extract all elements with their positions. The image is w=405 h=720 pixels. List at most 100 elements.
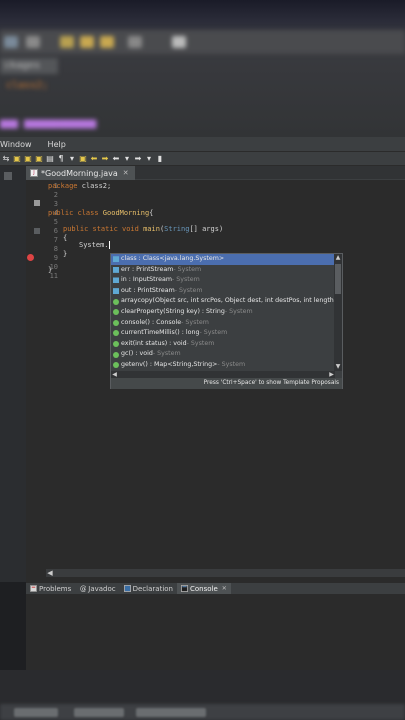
editor-tab-goodmorning[interactable]: J *GoodMorning.java ✕ bbox=[26, 166, 135, 180]
debug-icon[interactable]: ▣ bbox=[35, 154, 43, 163]
line-number: 8 bbox=[53, 245, 58, 253]
proposal-item[interactable]: out : PrintStream - System bbox=[111, 286, 335, 297]
editor-tab-bar: J *GoodMorning.java ✕ bbox=[26, 166, 405, 180]
scroll-up-icon[interactable]: ▲ bbox=[334, 254, 342, 262]
code-line: public static void main(String[] args) bbox=[63, 225, 224, 233]
code-line: } bbox=[48, 266, 53, 274]
folder-icon[interactable]: ▣ bbox=[13, 154, 21, 163]
back-icon[interactable]: ⬅ bbox=[112, 154, 120, 163]
close-icon[interactable]: ✕ bbox=[222, 585, 227, 592]
proposal-item[interactable]: err : PrintStream - System bbox=[111, 265, 335, 276]
tab-javadoc[interactable]: @ Javadoc bbox=[75, 583, 119, 595]
proposal-list[interactable]: class : Class<java.lang.System> err : Pr… bbox=[111, 254, 335, 371]
prev-annotation-icon[interactable]: ⬅ bbox=[90, 154, 98, 163]
tab-problems[interactable]: Problems bbox=[26, 583, 75, 595]
tab-console[interactable]: Console ✕ bbox=[177, 582, 231, 595]
scroll-left-icon[interactable]: ◀ bbox=[46, 569, 54, 577]
proposal-item[interactable]: currentTimeMillis() : long - System bbox=[111, 328, 335, 339]
method-icon bbox=[113, 330, 119, 337]
left-side-panel bbox=[0, 166, 26, 582]
method-icon bbox=[113, 351, 119, 358]
blurred-tab: ckages bbox=[0, 58, 58, 74]
proposal-item[interactable]: class : Class<java.lang.System> bbox=[111, 254, 335, 265]
content-assist-popup[interactable]: class : Class<java.lang.System> err : Pr… bbox=[110, 253, 343, 389]
scroll-down-icon[interactable]: ▼ bbox=[334, 363, 342, 371]
java-file-icon: J bbox=[30, 169, 38, 177]
blurred-taskbar-item bbox=[74, 708, 124, 717]
proposal-item[interactable]: console() : Console - System bbox=[111, 318, 335, 329]
scroll-thumb[interactable] bbox=[335, 264, 341, 294]
menu-help[interactable]: Help bbox=[48, 140, 72, 149]
blurred-toolbar-icon bbox=[172, 36, 186, 48]
svg-text:@: @ bbox=[80, 585, 86, 592]
toggle-icon[interactable]: ▤ bbox=[46, 154, 54, 163]
editor-horizontal-scrollbar[interactable]: ◀ bbox=[46, 569, 405, 577]
method-icon bbox=[113, 362, 119, 369]
javadoc-icon: @ bbox=[80, 585, 86, 592]
proposal-item[interactable]: gc() : void - System bbox=[111, 349, 335, 360]
scroll-right-icon[interactable]: ▶ bbox=[328, 371, 335, 378]
close-icon[interactable]: ✕ bbox=[123, 169, 129, 177]
console-panel[interactable] bbox=[26, 594, 405, 670]
blurred-code-line: class2; bbox=[6, 80, 49, 91]
proposal-item[interactable]: in : InputStream - System bbox=[111, 275, 335, 286]
proposal-item[interactable]: exit(int status) : void - System bbox=[111, 339, 335, 350]
tab-label: Problems bbox=[39, 584, 72, 593]
blurred-toolbar-icon bbox=[60, 36, 74, 48]
restore-icon[interactable] bbox=[4, 172, 12, 180]
blurred-toolbar-icon bbox=[80, 36, 94, 48]
tab-declaration[interactable]: Declaration bbox=[120, 583, 177, 595]
toolbar: ⇆ ▣ ▣ ▣ ▤ ¶ ▾ ▣ ⬅ ➡ ⬅ ▾ ➡ ▾ ▮ bbox=[0, 152, 405, 166]
blurred-highlight: ▆▆▆ ▆▆▆▆▆▆▆▆▆▆▆▆ bbox=[0, 118, 97, 129]
text-cursor bbox=[108, 241, 110, 249]
problems-icon bbox=[30, 585, 37, 592]
line-number: 9 bbox=[53, 254, 58, 262]
line-number: 5 bbox=[53, 218, 58, 226]
method-icon bbox=[113, 319, 119, 326]
proposal-item[interactable]: arraycopy(Object src, int srcPos, Object… bbox=[111, 296, 335, 307]
code-line: } bbox=[63, 250, 68, 258]
background-blurred-ide: ckages class2; ▆▆▆ ▆▆▆▆▆▆▆▆▆▆▆▆ bbox=[0, 0, 405, 137]
package-icon[interactable]: ▣ bbox=[24, 154, 32, 163]
back-dropdown-icon[interactable]: ▾ bbox=[123, 154, 131, 163]
pin-icon[interactable]: ▮ bbox=[156, 154, 164, 163]
forward-dropdown-icon[interactable]: ▾ bbox=[145, 154, 153, 163]
tab-label: Console bbox=[190, 584, 218, 593]
proposal-vertical-scrollbar[interactable]: ▲ ▼ bbox=[334, 254, 342, 371]
search-icon[interactable]: ▣ bbox=[79, 154, 87, 163]
code-line: { bbox=[63, 234, 68, 242]
method-icon bbox=[113, 309, 119, 316]
filter-icon[interactable]: ¶ bbox=[57, 154, 65, 163]
error-icon bbox=[27, 254, 34, 261]
method-icon bbox=[113, 341, 119, 348]
line-number: 2 bbox=[53, 191, 58, 199]
blurred-toolbar-icon bbox=[128, 36, 142, 48]
fold-marker-icon[interactable] bbox=[34, 228, 40, 234]
blurred-toolbar-icon bbox=[26, 36, 40, 48]
field-icon bbox=[113, 266, 119, 273]
proposal-item[interactable]: clearProperty(String key) : String - Sys… bbox=[111, 307, 335, 318]
proposal-item[interactable]: getenv() : Map<String,String> - System bbox=[111, 360, 335, 371]
blurred-toolbar-icon bbox=[4, 36, 18, 48]
method-icon bbox=[113, 298, 119, 305]
proposal-horizontal-scrollbar[interactable]: ◀ ▶ bbox=[111, 371, 335, 378]
code-line: package class2; bbox=[48, 182, 112, 190]
forward-icon[interactable]: ➡ bbox=[134, 154, 142, 163]
line-number: 7 bbox=[53, 236, 58, 244]
console-icon bbox=[181, 585, 188, 592]
editor-tab-label: *GoodMorning.java bbox=[41, 168, 118, 178]
sync-icon[interactable]: ⇆ bbox=[2, 154, 10, 163]
scroll-left-icon[interactable]: ◀ bbox=[111, 371, 118, 378]
field-icon bbox=[113, 256, 119, 263]
field-icon bbox=[113, 288, 119, 295]
bottom-panel-tabs: Problems @ Javadoc Declaration Console ✕ bbox=[26, 582, 405, 595]
line-number: 6 bbox=[53, 227, 58, 235]
annotation-icon[interactable]: ▾ bbox=[68, 154, 76, 163]
fold-marker-icon[interactable] bbox=[34, 200, 40, 206]
menu-window[interactable]: Window bbox=[0, 140, 38, 149]
blurred-taskbar-item bbox=[136, 708, 206, 717]
next-annotation-icon[interactable]: ➡ bbox=[101, 154, 109, 163]
proposal-status-bar: Press 'Ctrl+Space' to show Template Prop… bbox=[111, 378, 342, 389]
background-blurred-taskbar bbox=[0, 670, 405, 720]
field-icon bbox=[113, 277, 119, 284]
